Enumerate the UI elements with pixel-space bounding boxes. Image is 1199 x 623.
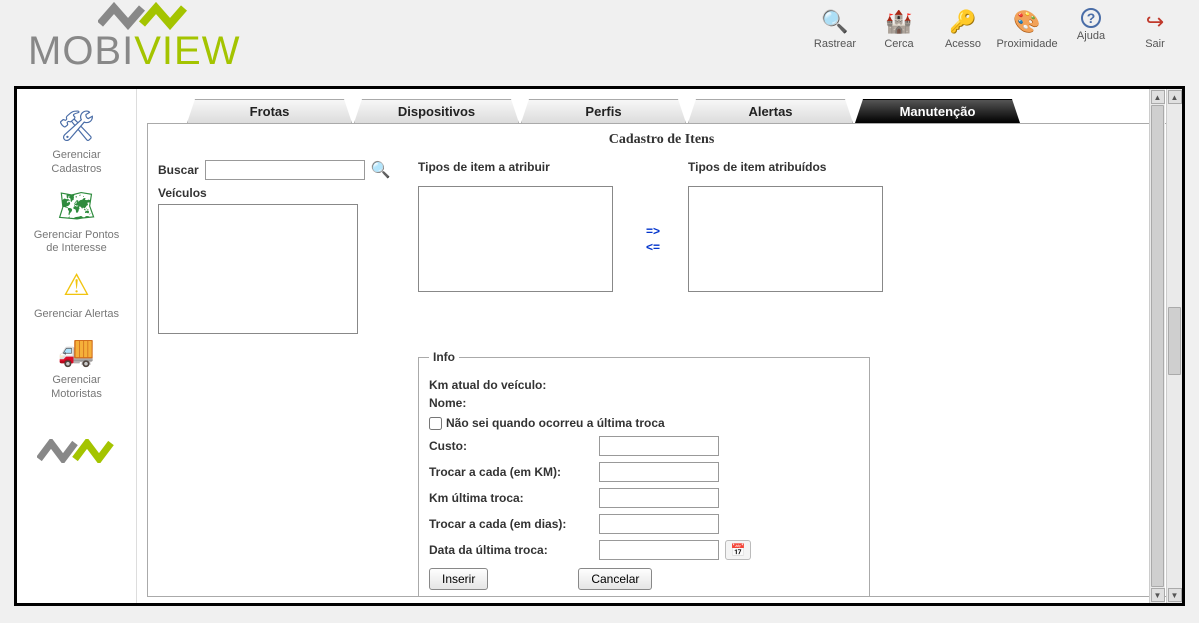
truck-icon: 🚚 [58, 332, 95, 372]
form-grid: Buscar 🔍 Tipos de item a atribuir Tipos … [158, 160, 1165, 597]
panel-manutencao: Cadastro de Itens Buscar 🔍 Tipos de item… [147, 123, 1176, 597]
sidebar: 🛠 Gerenciar Cadastros 🗺 Gerenciar Pontos… [17, 89, 137, 603]
sidebar-item-motoristas[interactable]: 🚚 Gerenciar Motoristas [27, 332, 127, 402]
sidebar-item-label: Gerenciar Alertas [34, 308, 119, 322]
tab-perfis[interactable]: Perfis [521, 99, 686, 123]
veiculos-label: Veículos [158, 186, 398, 200]
scroll-down-icon[interactable]: ▼ [1168, 588, 1182, 602]
help-icon: ? [1081, 8, 1101, 28]
inserir-button[interactable]: Inserir [429, 568, 488, 590]
sidebar-item-alertas[interactable]: ⚠ Gerenciar Alertas [27, 266, 127, 322]
toolbar-label: Rastrear [814, 38, 856, 50]
cancelar-button[interactable]: Cancelar [578, 568, 652, 590]
toolbar-sair[interactable]: ↪ Sair [1125, 8, 1185, 50]
rastrear-icon: 🔍 [821, 8, 848, 36]
toolbar-cerca[interactable]: 🏰 Cerca [869, 8, 929, 50]
toolbar-label: Proximidade [996, 38, 1057, 50]
proximidade-icon: 🎨 [1013, 8, 1040, 36]
km-atual-label: Km atual do veículo: [429, 378, 599, 392]
tipos-atribuidos-listbox[interactable] [688, 186, 883, 292]
custo-input[interactable] [599, 436, 719, 456]
toolbar: 🔍 Rastrear 🏰 Cerca 🔑 Acesso 🎨 Proximidad… [805, 2, 1191, 50]
data-ultima-input[interactable] [599, 540, 719, 560]
toolbar-label: Acesso [945, 38, 981, 50]
sidebar-item-pontos[interactable]: 🗺 Gerenciar Pontos de Interesse [27, 187, 127, 257]
move-left-button[interactable]: <= [646, 240, 660, 254]
trocar-km-input[interactable] [599, 462, 719, 482]
veiculos-listbox[interactable] [158, 204, 358, 334]
km-ultima-label: Km última troca: [429, 491, 599, 505]
info-legend: Info [429, 350, 459, 364]
content-area: Frotas Dispositivos Perfis Alertas Manut… [137, 89, 1182, 603]
tab-frotas[interactable]: Frotas [187, 99, 352, 123]
tabs: Frotas Dispositivos Perfis Alertas Manut… [187, 99, 1176, 123]
exit-icon: ↪ [1146, 8, 1164, 36]
sidebar-item-label: Gerenciar Cadastros [27, 149, 127, 177]
km-ultima-input[interactable] [599, 488, 719, 508]
toolbar-proximidade[interactable]: 🎨 Proximidade [997, 8, 1057, 50]
outer-scrollbar[interactable]: ▲ ▼ [1166, 89, 1182, 603]
top-bar: MOBIVIEW 🔍 Rastrear 🏰 Cerca 🔑 Acesso 🎨 P… [0, 0, 1199, 84]
trocar-dias-label: Trocar a cada (em dias): [429, 517, 599, 531]
warning-icon: ⚠ [63, 266, 90, 306]
scroll-up-icon[interactable]: ▲ [1151, 90, 1165, 104]
sidebar-item-label: Gerenciar Motoristas [27, 374, 127, 402]
sidebar-item-label: Gerenciar Pontos de Interesse [27, 229, 127, 257]
sidebar-item-cadastros[interactable]: 🛠 Gerenciar Cadastros [27, 107, 127, 177]
tipos-atribuir-label: Tipos de item a atribuir [418, 160, 618, 174]
map-icon: 🗺 [57, 187, 95, 227]
logo-part1: MOBI [28, 29, 134, 73]
move-right-button[interactable]: => [646, 224, 660, 238]
toolbar-label: Ajuda [1077, 30, 1105, 42]
toolbar-ajuda[interactable]: ? Ajuda [1061, 8, 1121, 50]
inner-scrollbar[interactable]: ▲ ▼ [1149, 89, 1165, 603]
toolbar-acesso[interactable]: 🔑 Acesso [933, 8, 993, 50]
toolbar-label: Cerca [884, 38, 913, 50]
scroll-up-icon[interactable]: ▲ [1168, 90, 1182, 104]
buscar-label: Buscar [158, 163, 199, 177]
scroll-down-icon[interactable]: ▼ [1151, 588, 1165, 602]
trocar-km-label: Trocar a cada (em KM): [429, 465, 599, 479]
tipos-atribuidos-label: Tipos de item atribuídos [688, 160, 888, 174]
logo: MOBIVIEW [28, 2, 240, 74]
sidebar-logo-zig-icon [37, 439, 117, 466]
toolbar-label: Sair [1145, 38, 1165, 50]
custo-label: Custo: [429, 439, 599, 453]
tab-manutencao[interactable]: Manutenção [855, 99, 1020, 123]
logo-part2: VIEW [134, 29, 240, 73]
trocar-dias-input[interactable] [599, 514, 719, 534]
data-ultima-label: Data da última troca: [429, 543, 599, 557]
tipos-atribuir-listbox[interactable] [418, 186, 613, 292]
tab-dispositivos[interactable]: Dispositivos [354, 99, 519, 123]
buscar-input[interactable] [205, 160, 365, 180]
main-frame: 🛠 Gerenciar Cadastros 🗺 Gerenciar Pontos… [14, 86, 1185, 606]
panel-title: Cadastro de Itens [158, 132, 1165, 148]
nao-sei-checkbox[interactable] [429, 417, 442, 430]
info-fieldset: Info Km atual do veículo: Nome: Não sei … [418, 350, 870, 597]
search-icon[interactable]: 🔍 [371, 160, 391, 180]
toolbar-rastrear[interactable]: 🔍 Rastrear [805, 8, 865, 50]
nao-sei-label: Não sei quando ocorreu a última troca [446, 416, 665, 430]
tools-icon: 🛠 [57, 107, 95, 147]
cerca-icon: 🏰 [885, 8, 912, 36]
tab-alertas[interactable]: Alertas [688, 99, 853, 123]
nome-label: Nome: [429, 396, 599, 410]
logo-text: MOBIVIEW [28, 29, 240, 74]
acesso-icon: 🔑 [949, 8, 976, 36]
calendar-icon[interactable]: 📅 [725, 540, 751, 560]
